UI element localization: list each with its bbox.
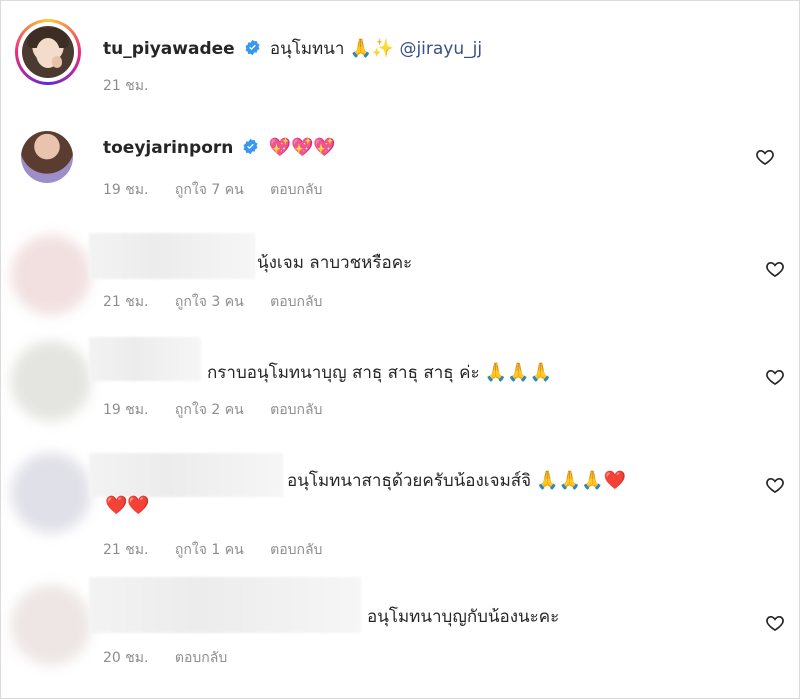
comment-time: 21 ชม. [103, 542, 149, 558]
comment-item: นุ้งเจม ลาบวชหรือคะ 21 ชม. ถูกใจ 3 คน ตอ… [1, 227, 800, 317]
comment-username[interactable] [89, 233, 255, 279]
comment-item: อนุโมทนาบุญกับน้องนะคะ 20 ชม. ตอบกลับ [1, 575, 800, 685]
like-count[interactable]: ถูกใจ 3 คน [175, 294, 244, 310]
post-username[interactable]: tu_piyawadee [103, 39, 235, 59]
post-time: 21 ชม. [103, 78, 149, 94]
comment-text: อนุโมทนาสาธุด้วยครับน้องเจมส์จิ [287, 471, 532, 491]
comments-panel: tu_piyawadee อนุโมทนา 🙏✨ @jirayu_jj 21 ช… [0, 0, 800, 699]
reply-button[interactable]: ตอบกลับ [270, 542, 322, 558]
comment-username[interactable]: toeyjarinporn [103, 138, 233, 158]
comment-username[interactable] [89, 577, 361, 633]
reply-button[interactable]: ตอบกลับ [270, 294, 322, 310]
comment-item: กราบอนุโมทนาบุญ สาธุ สาธุ สาธุ ค่ะ 🙏🙏🙏 1… [1, 337, 800, 427]
avatar[interactable] [11, 453, 91, 533]
verified-badge-icon [243, 138, 258, 155]
like-count[interactable]: ถูกใจ 2 คน [175, 402, 244, 418]
reply-button[interactable]: ตอบกลับ [270, 182, 322, 198]
reply-button[interactable]: ตอบกลับ [175, 650, 227, 666]
comment-item: อนุโมทนาสาธุด้วยครับน้องเจมส์จิ 🙏🙏🙏❤️ ❤️… [1, 447, 800, 567]
verified-badge-icon [245, 39, 260, 56]
comment-username[interactable] [89, 453, 283, 497]
like-count[interactable]: ถูกใจ 7 คน [175, 182, 244, 198]
avatar[interactable] [11, 341, 91, 421]
comment-text: นุ้งเจม ลาบวชหรือคะ [257, 253, 413, 273]
comment-emojis-line2: ❤️❤️ [105, 495, 150, 516]
like-heart-icon[interactable] [765, 475, 785, 495]
comment-emojis: 🙏🙏🙏 [484, 362, 552, 383]
comment-time: 21 ชม. [103, 294, 149, 310]
like-heart-icon[interactable] [765, 367, 785, 387]
comment-text: อนุโมทนาบุญกับน้องนะคะ [367, 607, 560, 627]
mention-link[interactable]: @jirayu_jj [399, 39, 482, 59]
comment-emojis: 🙏🙏🙏❤️ [536, 470, 626, 491]
avatar[interactable] [21, 131, 73, 183]
post-caption: tu_piyawadee อนุโมทนา 🙏✨ @jirayu_jj 21 ช… [15, 19, 785, 99]
reply-button[interactable]: ตอบกลับ [270, 402, 322, 418]
like-count[interactable]: ถูกใจ 1 คน [175, 542, 244, 558]
comment-item: toeyjarinporn 💖💖💖 19 ชม. ถูกใจ 7 คน ตอบก… [21, 131, 791, 201]
comment-emojis: 💖💖💖 [268, 137, 336, 158]
avatar[interactable] [11, 585, 91, 665]
comment-time: 19 ชม. [103, 182, 149, 198]
like-heart-icon[interactable] [755, 147, 775, 167]
avatar[interactable] [11, 235, 91, 315]
like-heart-icon[interactable] [765, 259, 785, 279]
comment-time: 20 ชม. [103, 650, 149, 666]
caption-emojis: 🙏✨ [349, 38, 395, 59]
comment-time: 19 ชม. [103, 402, 149, 418]
post-caption-text: อนุโมทนา [269, 39, 345, 59]
avatar[interactable] [15, 19, 81, 85]
like-heart-icon[interactable] [765, 613, 785, 633]
comment-username[interactable] [89, 337, 201, 381]
comment-text: กราบอนุโมทนาบุญ สาธุ สาธุ สาธุ ค่ะ [207, 363, 480, 383]
